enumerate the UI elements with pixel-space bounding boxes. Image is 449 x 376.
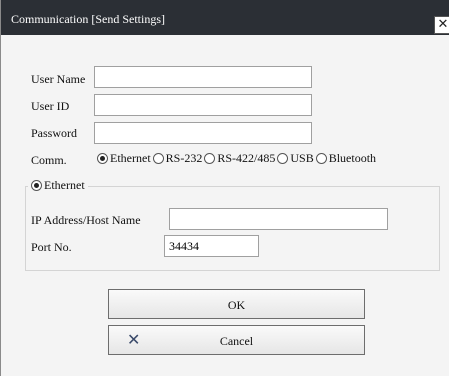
radio-unselected-icon bbox=[152, 153, 164, 164]
comm-option-rs422-485[interactable]: RS-422/485 bbox=[204, 151, 275, 166]
comm-option-label: USB bbox=[290, 151, 314, 165]
radio-unselected-icon bbox=[277, 153, 289, 164]
comm-label: Comm. bbox=[31, 153, 67, 167]
comm-option-label: Bluetooth bbox=[328, 151, 377, 165]
ok-button[interactable]: OK bbox=[108, 289, 365, 319]
comm-option-bluetooth[interactable]: Bluetooth bbox=[315, 151, 377, 166]
comm-option-label: Ethernet bbox=[110, 151, 151, 165]
user-id-label: User ID bbox=[31, 99, 70, 113]
comm-option-label: RS-422/485 bbox=[217, 151, 276, 165]
title-bar: Communication [Send Settings] ✕ bbox=[1, 0, 449, 35]
ok-button-label: OK bbox=[227, 298, 246, 312]
radio-unselected-icon bbox=[315, 153, 327, 164]
comm-option-rs232[interactable]: RS-232 bbox=[152, 151, 203, 166]
port-label: Port No. bbox=[31, 240, 72, 254]
window-title: Communication [Send Settings] bbox=[11, 12, 165, 26]
ip-address-label: IP Address/Host Name bbox=[31, 213, 141, 227]
radio-selected-icon bbox=[97, 153, 108, 164]
ethernet-group-title: Ethernet bbox=[44, 178, 85, 192]
ip-address-input[interactable] bbox=[169, 208, 388, 230]
comm-option-ethernet[interactable]: Ethernet bbox=[97, 151, 151, 166]
password-input[interactable] bbox=[94, 122, 312, 144]
user-id-input[interactable] bbox=[94, 94, 312, 116]
user-name-label: User Name bbox=[31, 72, 86, 86]
close-button[interactable]: ✕ bbox=[434, 16, 449, 34]
port-input[interactable] bbox=[164, 235, 259, 257]
send-settings-dialog: Communication [Send Settings] ✕ User Nam… bbox=[0, 0, 449, 376]
comm-option-label: RS-232 bbox=[165, 151, 203, 165]
cancel-button-label: Cancel bbox=[219, 334, 254, 348]
user-name-input[interactable] bbox=[94, 66, 312, 88]
radio-unselected-icon bbox=[204, 153, 216, 164]
password-label: Password bbox=[31, 126, 78, 140]
comm-radio-group: Ethernet RS-232 RS-422/485 USB Bluetooth bbox=[97, 151, 378, 166]
cancel-button[interactable]: ✕ Cancel bbox=[108, 325, 365, 355]
radio-selected-icon bbox=[31, 180, 42, 191]
ethernet-group-header[interactable]: Ethernet bbox=[28, 178, 88, 193]
comm-option-usb[interactable]: USB bbox=[277, 151, 314, 166]
close-icon: ✕ bbox=[437, 17, 449, 32]
